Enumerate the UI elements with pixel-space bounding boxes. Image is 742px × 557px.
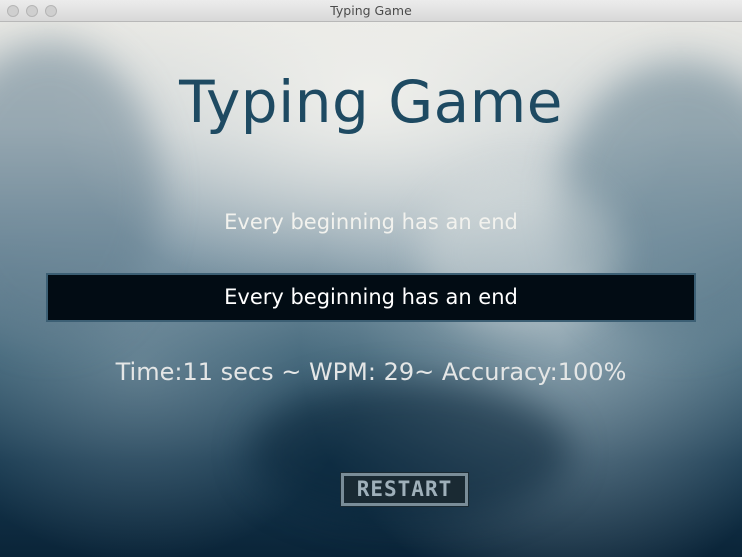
window-titlebar[interactable]: Typing Game — [0, 0, 742, 22]
restart-button[interactable]: RESTART — [340, 472, 469, 507]
target-sentence: Every beginning has an end — [224, 210, 518, 234]
game-title: Typing Game — [179, 68, 563, 136]
app-window: Typing Game Typing Game Every beginning … — [0, 0, 742, 557]
results-stats: Time:11 secs ~ WPM: 29~ Accuracy:100% — [115, 358, 627, 386]
window-title: Typing Game — [330, 3, 412, 18]
typing-input[interactable]: Every beginning has an end — [46, 273, 696, 322]
game-canvas: Typing Game Every beginning has an end E… — [0, 22, 742, 557]
